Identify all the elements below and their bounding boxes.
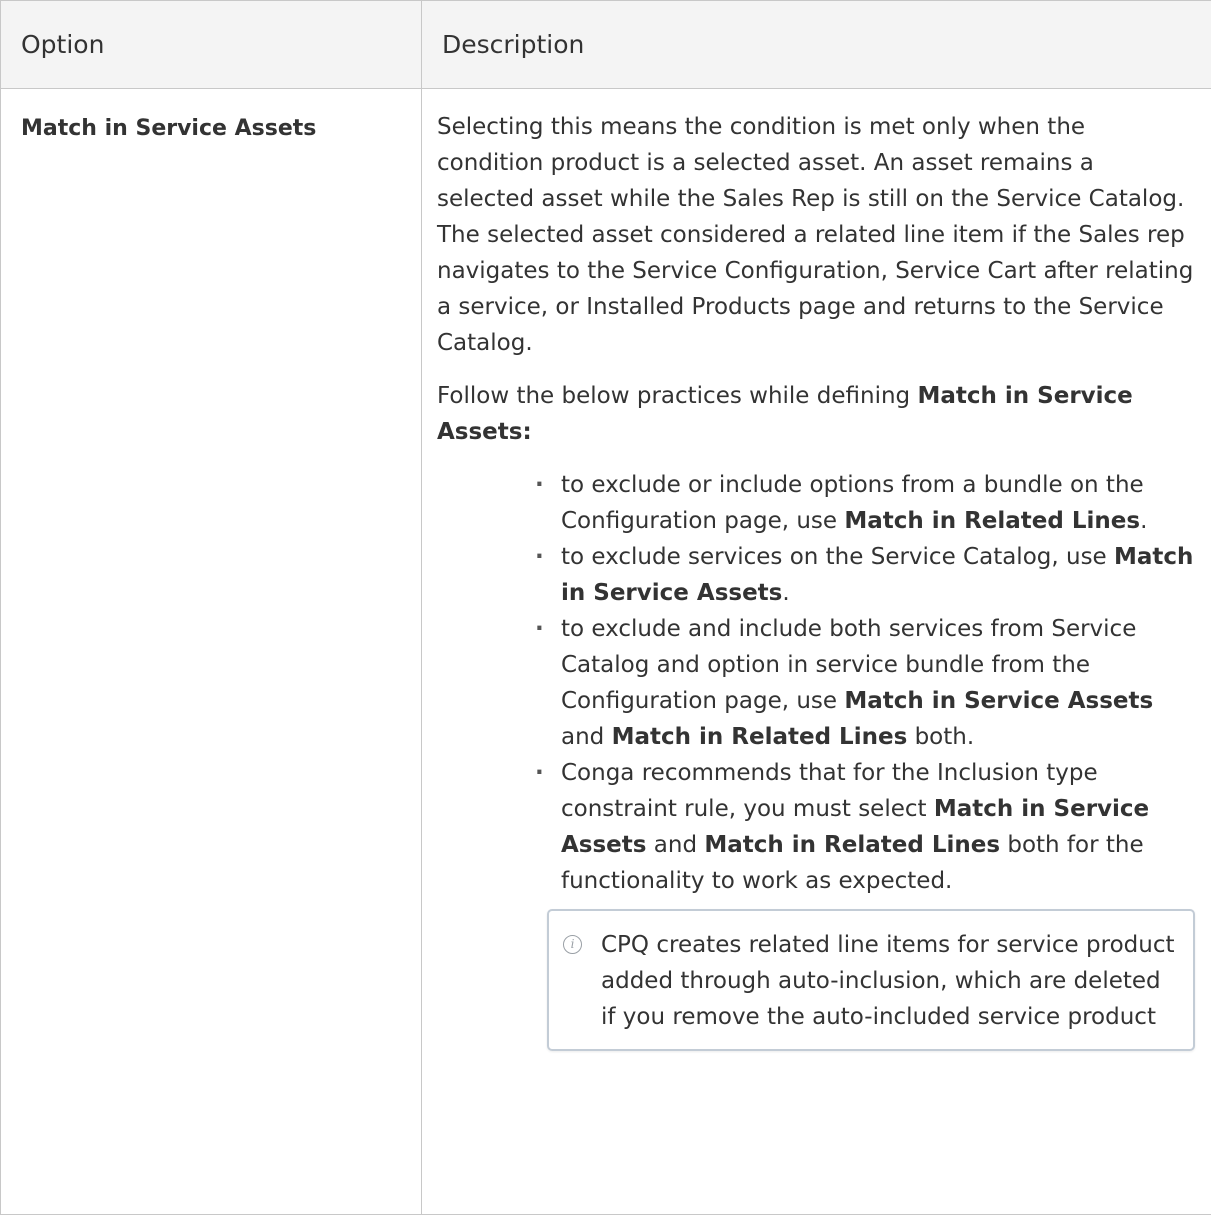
practices-list: to exclude or include options from a bun… bbox=[547, 467, 1195, 899]
bullet-bold: Match in Related Lines bbox=[612, 724, 908, 750]
column-header-description: Description bbox=[422, 1, 1211, 89]
bullet-text: both. bbox=[907, 724, 974, 750]
bullet-bold: Match in Related Lines bbox=[844, 508, 1140, 534]
bullet-text: to exclude services on the Service Catal… bbox=[561, 544, 1114, 570]
bullet-text: . bbox=[1140, 508, 1147, 534]
description-cell: Selecting this means the condition is me… bbox=[422, 89, 1211, 1215]
bullet-bold: Match in Related Lines bbox=[704, 832, 1000, 858]
list-item: to exclude and include both services fro… bbox=[547, 611, 1195, 755]
description-paragraph: Selecting this means the condition is me… bbox=[437, 109, 1195, 361]
bullet-text: and bbox=[561, 724, 612, 750]
column-header-option: Option bbox=[1, 1, 422, 89]
info-icon: i bbox=[563, 935, 582, 954]
list-item: to exclude services on the Service Catal… bbox=[547, 539, 1195, 611]
bullet-text: and bbox=[646, 832, 704, 858]
practices-intro: Follow the below practices while definin… bbox=[437, 378, 1195, 450]
info-note: i CPQ creates related line items for ser… bbox=[547, 909, 1195, 1051]
options-table: Option Description Match in Service Asse… bbox=[0, 0, 1211, 1215]
note-text: CPQ creates related line items for servi… bbox=[601, 932, 1174, 1030]
table-row: Match in Service Assets Selecting this m… bbox=[1, 89, 1211, 1215]
option-cell: Match in Service Assets bbox=[1, 89, 422, 1215]
bullet-bold: Match in Service Assets bbox=[844, 688, 1153, 714]
list-item: Conga recommends that for the Inclusion … bbox=[547, 755, 1195, 899]
table-header-row: Option Description bbox=[1, 1, 1211, 89]
practices-intro-text: Follow the below practices while definin… bbox=[437, 383, 917, 409]
list-item: to exclude or include options from a bun… bbox=[547, 467, 1195, 539]
bullet-text: . bbox=[782, 580, 789, 606]
